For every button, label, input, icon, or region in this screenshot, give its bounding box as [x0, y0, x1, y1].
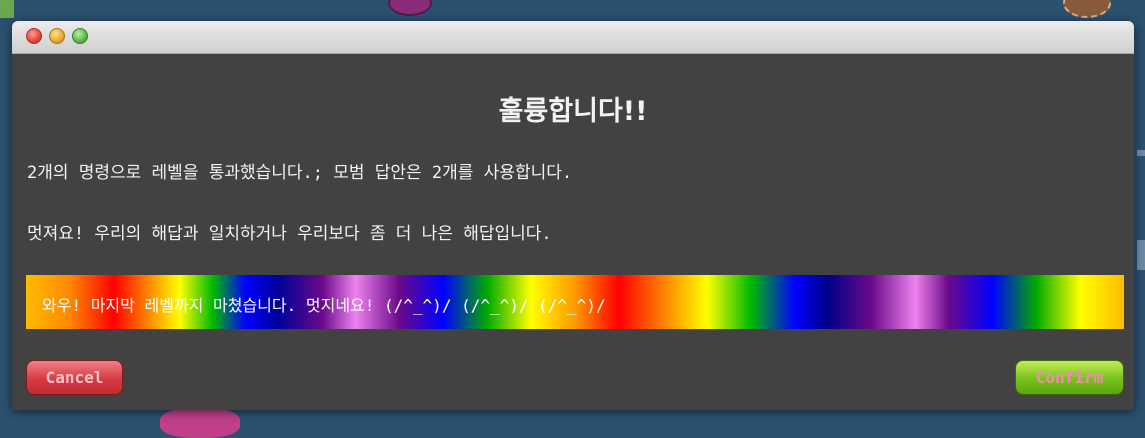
dialog-title: 훌륭합니다!! — [498, 96, 648, 127]
background-node — [388, 0, 432, 16]
window-titlebar — [12, 21, 1134, 54]
praise-message: 멋져요! 우리의 해답과 일치하거나 우리보다 좀 더 나은 해답입니다. — [27, 224, 552, 244]
confirm-button[interactable]: Confirm — [1015, 360, 1124, 395]
background-element — [0, 0, 14, 18]
background-element — [1137, 150, 1145, 156]
background-node — [160, 408, 240, 438]
commands-message: 2개의 명령으로 레벨을 통과했습니다.; 모범 답안은 2개를 사용합니다. — [27, 163, 573, 183]
cancel-button[interactable]: Cancel — [26, 360, 123, 395]
maximize-window-icon[interactable] — [72, 28, 88, 44]
rainbow-banner: 와우! 마지막 레벨까지 마쳤습니다. 멋지네요! (/^_^)/ (/^_^)… — [26, 275, 1124, 329]
rainbow-banner-text: 와우! 마지막 레벨까지 마쳤습니다. 멋지네요! (/^_^)/ (/^_^)… — [42, 296, 606, 315]
background-element — [1137, 240, 1145, 270]
background-node — [1063, 0, 1111, 18]
close-window-icon[interactable] — [26, 28, 42, 44]
dialog-window: 훌륭합니다!! 2개의 명령으로 레벨을 통과했습니다.; 모범 답안은 2개를… — [12, 21, 1134, 410]
minimize-window-icon[interactable] — [49, 28, 65, 44]
